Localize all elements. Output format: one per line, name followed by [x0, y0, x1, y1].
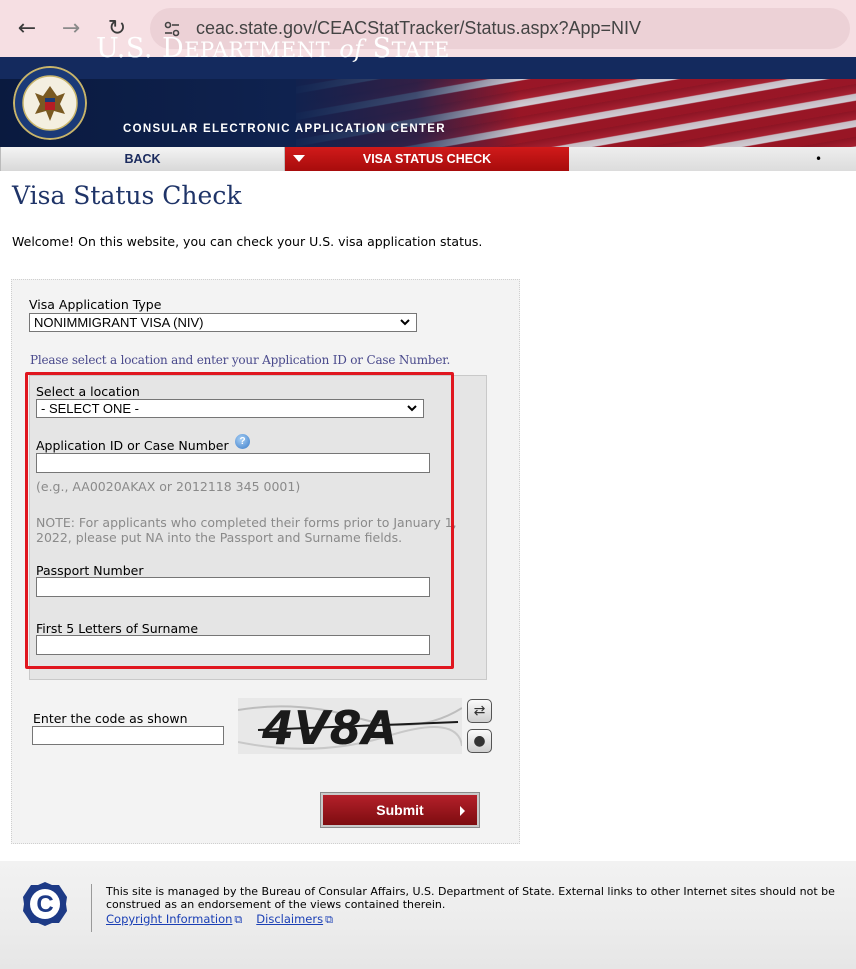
footer-links: Copyright Information ⧉ Disclaimers ⧉	[106, 912, 333, 927]
department-seal-icon	[13, 66, 87, 140]
welcome-text: Welcome! On this website, you can check …	[12, 234, 483, 249]
nav-active-label: VISA STATUS CHECK	[362, 152, 492, 166]
arrow-right-icon	[460, 806, 465, 816]
refresh-captcha-icon[interactable]: ⇄	[467, 699, 492, 723]
submit-button[interactable]: Submit	[320, 792, 480, 828]
chevron-down-icon	[400, 319, 410, 326]
department-subtitle: CONSULAR ELECTRONIC APPLICATION CENTER	[123, 123, 446, 135]
instructions-text: Please select a location and enter your …	[30, 353, 451, 367]
footer-disclaimer: This site is managed by the Bureau of Co…	[106, 885, 835, 911]
department-title: U.S. DEPARTMENT of STATE	[96, 33, 450, 64]
forward-arrow-icon[interactable]: →	[56, 13, 86, 43]
app-type-select[interactable]: NONIMMIGRANT VISA (NIV)	[29, 313, 417, 332]
submit-label: Submit	[376, 802, 424, 818]
highlight-box	[25, 372, 454, 669]
external-link-icon: ⧉	[325, 913, 333, 926]
consular-affairs-logo-icon: C	[22, 881, 68, 927]
captcha-image: 4V8A	[237, 698, 463, 755]
back-arrow-icon[interactable]: ←	[12, 13, 42, 43]
copyright-link[interactable]: Copyright Information	[106, 912, 232, 926]
captcha-input[interactable]	[32, 726, 224, 745]
site-nav: BACK VISA STATUS CHECK •	[0, 147, 856, 171]
external-link-icon: ⧉	[234, 913, 243, 926]
app-type-label: Visa Application Type	[29, 297, 162, 312]
nav-back-link[interactable]: BACK	[0, 147, 285, 171]
page-title: Visa Status Check	[12, 181, 242, 210]
captcha-label: Enter the code as shown	[33, 711, 188, 726]
svg-text:C: C	[36, 891, 53, 918]
disclaimers-link[interactable]: Disclaimers	[256, 912, 323, 926]
audio-captcha-icon[interactable]: ●	[467, 729, 492, 753]
nav-visa-status-check[interactable]: VISA STATUS CHECK	[285, 147, 569, 171]
nav-dot: •	[815, 152, 823, 166]
caret-down-icon	[293, 155, 305, 162]
